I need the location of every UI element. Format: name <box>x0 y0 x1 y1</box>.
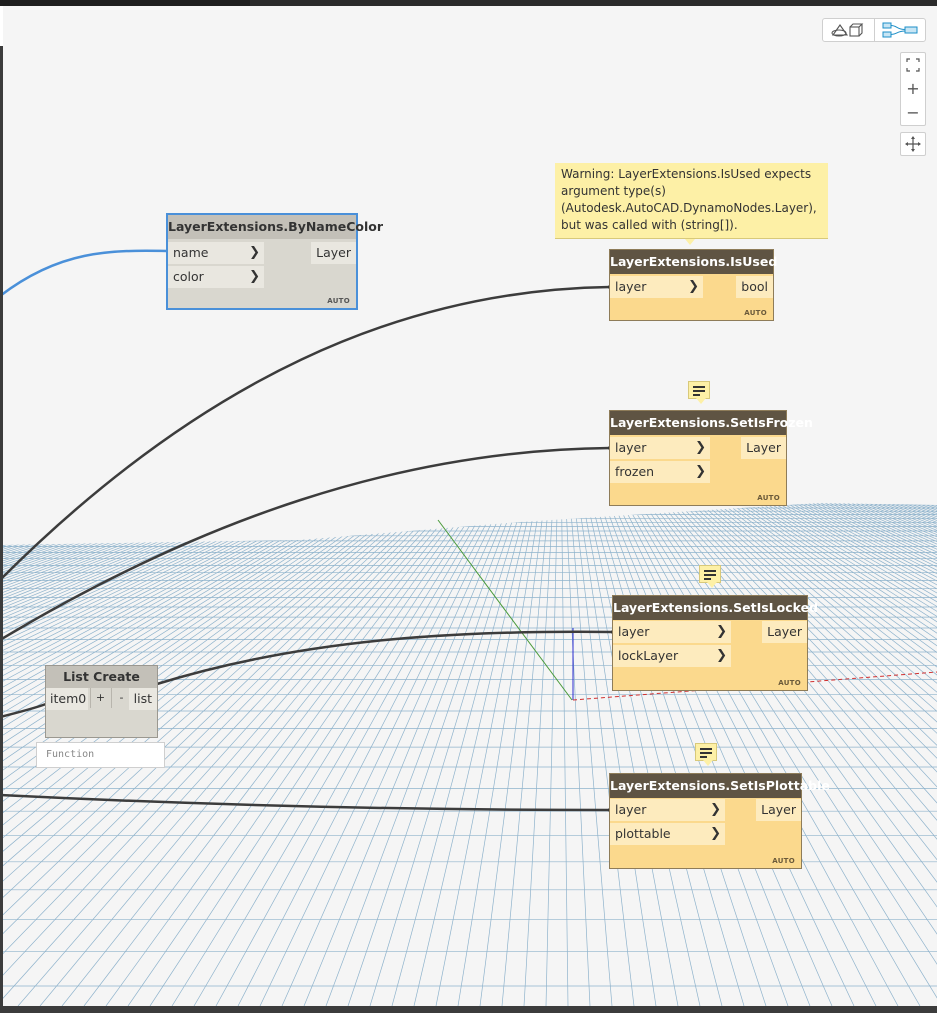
output-port-list[interactable]: list <box>128 688 157 710</box>
view-toggle[interactable] <box>822 18 926 42</box>
node-layer-set-is-plottable[interactable]: LayerExtensions.SetIsPlottable layer ❯ p… <box>609 773 830 869</box>
port-label: plottable <box>615 826 671 841</box>
input-port-name[interactable]: name ❯ <box>168 242 264 264</box>
node-title: LayerExtensions.ByNameColor <box>168 215 383 239</box>
chevron-right-icon: ❯ <box>710 826 721 841</box>
port-label: item0 <box>50 691 87 706</box>
node-layer-set-is-locked[interactable]: LayerExtensions.SetIsLocked layer ❯ lock… <box>612 595 818 691</box>
graph-canvas[interactable]: LayerExtensions.ByNameColor name ❯ color… <box>0 0 937 1013</box>
chevron-right-icon: ❯ <box>688 279 699 294</box>
input-port-plottable[interactable]: plottable ❯ <box>610 823 725 845</box>
node-layer-by-name-color[interactable]: LayerExtensions.ByNameColor name ❯ color… <box>166 213 383 310</box>
chevron-right-icon: ❯ <box>716 624 727 639</box>
node-title: LayerExtensions.SetIsFrozen <box>610 411 813 435</box>
lacing-auto-label: AUTO <box>757 494 780 502</box>
lacing-auto-label: AUTO <box>744 309 767 317</box>
output-port-bool[interactable]: bool <box>736 276 773 298</box>
port-label: Layer <box>746 440 781 455</box>
node-title: LayerExtensions.IsUsed <box>610 250 777 274</box>
input-port-lock-layer[interactable]: lockLayer ❯ <box>613 645 731 667</box>
note-icon[interactable] <box>699 565 721 588</box>
note-icon[interactable] <box>688 381 710 404</box>
output-port-layer[interactable]: Layer <box>762 621 807 643</box>
zoom-out-button[interactable]: − <box>901 101 925 125</box>
input-port-layer[interactable]: layer ❯ <box>610 437 710 459</box>
output-port-layer[interactable]: Layer <box>756 799 801 821</box>
node-list-create[interactable]: List Create item0 + - list <box>45 665 158 738</box>
wire-to-bynamecolor-name <box>0 249 168 297</box>
port-label: Layer <box>761 802 796 817</box>
top-bar <box>0 0 937 6</box>
chevron-right-icon: ❯ <box>716 648 727 663</box>
warning-text: Warning: LayerExtensions.IsUsed expects … <box>561 167 817 232</box>
input-port-frozen[interactable]: frozen ❯ <box>610 461 710 483</box>
input-port-layer[interactable]: layer ❯ <box>613 621 731 643</box>
port-label: Layer <box>767 624 802 639</box>
port-label: layer <box>615 440 647 455</box>
graph-view-icon[interactable] <box>875 19 926 41</box>
warning-tail <box>685 239 695 245</box>
fit-to-screen-icon[interactable] <box>901 53 925 77</box>
input-port-layer[interactable]: layer ❯ <box>610 799 725 821</box>
function-input[interactable]: Function <box>36 742 165 768</box>
pan-icon[interactable] <box>900 132 926 156</box>
port-label: Layer <box>316 245 351 260</box>
port-label: list <box>133 691 152 706</box>
note-icon[interactable] <box>695 743 717 766</box>
wire-to-setisplottable-layer <box>0 793 611 812</box>
port-label: frozen <box>615 464 655 479</box>
input-port-color[interactable]: color ❯ <box>168 266 264 288</box>
port-label: layer <box>618 624 650 639</box>
lacing-auto-label: AUTO <box>772 857 795 865</box>
output-port-layer[interactable]: Layer <box>311 242 356 264</box>
chevron-right-icon: ❯ <box>710 802 721 817</box>
warning-tooltip: Warning: LayerExtensions.IsUsed expects … <box>555 163 828 239</box>
zoom-controls: + − <box>900 52 926 126</box>
node-title: List Create <box>46 666 157 688</box>
port-label: name <box>173 245 209 260</box>
port-label: layer <box>615 802 647 817</box>
input-port-layer[interactable]: layer ❯ <box>610 276 703 298</box>
node-layer-set-is-frozen[interactable]: LayerExtensions.SetIsFrozen layer ❯ froz… <box>609 410 813 506</box>
node-title: LayerExtensions.SetIsLocked <box>613 596 818 620</box>
lacing-auto-label: AUTO <box>778 679 801 687</box>
chevron-right-icon: ❯ <box>249 269 260 284</box>
left-edge <box>0 6 3 1013</box>
3d-geometry-view-icon[interactable] <box>823 19 874 41</box>
bottom-edge <box>0 1006 937 1013</box>
node-title: LayerExtensions.SetIsPlottable <box>610 774 830 798</box>
port-label: lockLayer <box>618 648 679 663</box>
port-label: bool <box>741 279 768 294</box>
add-input-button[interactable]: + <box>90 688 110 708</box>
chevron-right-icon: ❯ <box>695 464 706 479</box>
zoom-in-button[interactable]: + <box>901 77 925 101</box>
port-label: color <box>173 269 204 284</box>
input-port-item0[interactable]: item0 <box>46 688 88 710</box>
node-layer-is-used[interactable]: LayerExtensions.IsUsed layer ❯ bool AUTO <box>609 249 777 321</box>
output-port-layer[interactable]: Layer <box>741 437 786 459</box>
port-label: layer <box>615 279 647 294</box>
chevron-right-icon: ❯ <box>249 245 260 260</box>
left-edge-highlight <box>0 6 3 46</box>
lacing-auto-label: AUTO <box>327 297 350 305</box>
chevron-right-icon: ❯ <box>695 440 706 455</box>
